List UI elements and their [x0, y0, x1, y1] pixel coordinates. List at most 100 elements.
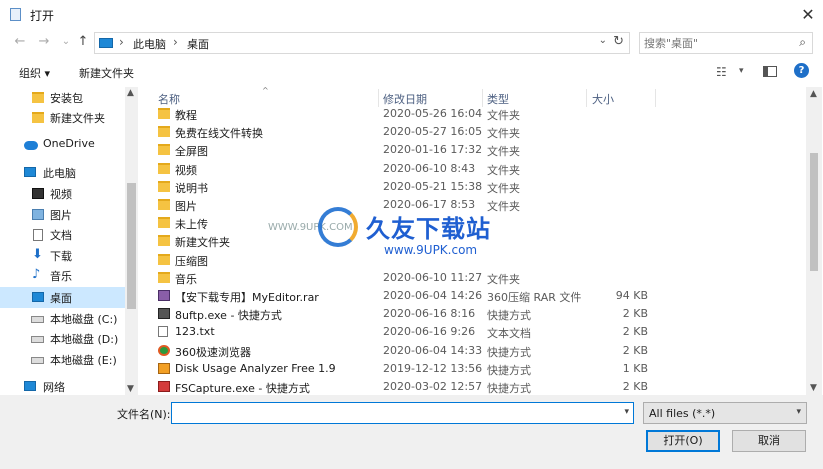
search-box[interactable]: ⌕	[639, 32, 813, 54]
txt-file-icon	[158, 326, 168, 338]
address-dropdown-icon[interactable]: ⌄	[599, 35, 607, 46]
breadcrumb-desktop[interactable]: 桌面	[187, 36, 209, 52]
breadcrumb-separator[interactable]: ›	[173, 35, 178, 49]
file-row[interactable]: 图片 2020-06-17 8:53 文件夹	[150, 196, 806, 214]
download-icon: ⬇	[32, 247, 43, 262]
up-arrow-icon[interactable]: ↑	[75, 34, 91, 49]
close-icon[interactable]: ✕	[793, 0, 823, 30]
view-options-icon[interactable]: ☷	[716, 65, 727, 79]
preview-pane-icon[interactable]	[763, 66, 777, 77]
file-name: 视频	[175, 163, 197, 177]
sidebar-item-drive-e[interactable]: 本地磁盘 (E:)	[0, 349, 125, 370]
address-bar[interactable]: › 此电脑 › 桌面 ⌄ ↻	[94, 32, 630, 54]
sidebar-scrollbar[interactable]: ▲ ▼	[125, 87, 138, 395]
file-row[interactable]: 123.txt 2020-06-16 9:26 文本文档 2 KB	[150, 323, 806, 341]
drive-icon	[31, 316, 44, 323]
file-row[interactable]: Disk Usage Analyzer Free 1.9 2019-12-12 1…	[150, 360, 806, 378]
folder-icon	[158, 253, 170, 265]
view-dropdown-icon[interactable]: ▾	[739, 66, 744, 76]
chevron-down-icon[interactable]: ▾	[624, 407, 629, 417]
filename-combobox[interactable]: ▾	[171, 402, 634, 424]
sidebar-item-onedrive[interactable]: OneDrive	[0, 134, 125, 155]
file-row[interactable]: 压缩图	[150, 251, 806, 269]
filename-label: 文件名(N):	[117, 408, 171, 421]
address-row: ← → ⌄ ↑ › 此电脑 › 桌面 ⌄ ↻ ⌕	[0, 30, 823, 56]
file-row[interactable]: 说明书 2020-05-21 15:38 文件夹	[150, 178, 806, 196]
sidebar-item-install-packages[interactable]: 安装包	[0, 87, 125, 108]
cancel-button[interactable]: 取消	[732, 430, 806, 452]
sidebar-item-network[interactable]: 网络	[0, 376, 125, 395]
back-arrow-icon[interactable]: ←	[12, 34, 28, 49]
sidebar-item-videos[interactable]: 视频	[0, 183, 125, 204]
file-name: 说明书	[175, 181, 208, 195]
file-row[interactable]: 未上传	[150, 214, 806, 232]
chevron-down-icon[interactable]: ▾	[796, 407, 801, 417]
sidebar-item-downloads[interactable]: ⬇ 下载	[0, 245, 125, 266]
file-date: 2020-06-04 14:26	[383, 289, 483, 302]
file-name: 新建文件夹	[175, 236, 230, 250]
file-size: 1 KB	[622, 361, 648, 375]
music-icon: ♪	[32, 267, 41, 282]
file-name: 【安下载专用】MyEditor.rar	[175, 291, 319, 304]
file-row[interactable]: 免费在线文件转换 2020-05-27 16:05 文件夹	[150, 123, 806, 141]
refresh-icon[interactable]: ↻	[613, 34, 624, 49]
drive-icon	[31, 336, 44, 343]
drive-icon	[31, 357, 44, 364]
browser-file-icon	[158, 344, 170, 356]
file-name: Disk Usage Analyzer Free 1.9	[175, 361, 336, 375]
folder-icon	[158, 199, 170, 210]
sidebar-item-drive-c[interactable]: 本地磁盘 (C:)	[0, 308, 125, 329]
file-date: 2019-12-12 13:56	[383, 361, 483, 375]
scroll-down-icon[interactable]: ▼	[810, 383, 817, 393]
desktop-icon	[32, 292, 44, 302]
organize-button[interactable]: 组织 ▾	[19, 65, 50, 81]
file-row[interactable]: 教程 2020-05-26 16:04 文件夹	[150, 105, 806, 123]
sidebar-item-label: 此电脑	[43, 167, 76, 180]
file-type-select[interactable]: All files (*.*) ▾	[643, 402, 807, 424]
scroll-down-icon[interactable]: ▼	[127, 384, 134, 394]
scroll-up-icon[interactable]: ▲	[810, 89, 817, 99]
file-list-scrollbar[interactable]: ▲ ▼	[806, 87, 822, 395]
file-row[interactable]: FSCapture.exe - 快捷方式 2020-03-02 12:57 快捷方式…	[150, 378, 806, 395]
folder-icon	[158, 108, 170, 119]
file-row[interactable]: 360极速浏览器 2020-06-04 14:33 快捷方式 2 KB	[150, 342, 806, 360]
open-button[interactable]: 打开(O)	[646, 430, 720, 452]
filename-input[interactable]	[175, 405, 615, 421]
sidebar-item-desktop[interactable]: 桌面	[0, 287, 125, 308]
recent-locations-icon[interactable]: ⌄	[58, 36, 74, 47]
file-name: 360极速浏览器	[175, 345, 251, 359]
breadcrumb-this-pc[interactable]: 此电脑	[133, 36, 166, 52]
file-row[interactable]: 全屏图 2020-01-16 17:32 文件夹	[150, 141, 806, 159]
scroll-thumb[interactable]	[127, 183, 136, 309]
file-row[interactable]: 新建文件夹	[150, 232, 806, 250]
sidebar-item-new-folder[interactable]: 新建文件夹	[0, 107, 125, 128]
file-type: 快捷方式	[487, 382, 531, 395]
sidebar-item-music[interactable]: ♪ 音乐	[0, 265, 125, 286]
file-size: 2 KB	[622, 307, 648, 321]
sidebar-item-documents[interactable]: 文档	[0, 224, 125, 245]
file-row[interactable]: 【安下载专用】MyEditor.rar 2020-06-04 14:26 360压缩…	[150, 287, 806, 305]
forward-arrow-icon[interactable]: →	[36, 34, 52, 49]
file-name: 未上传	[175, 218, 208, 232]
search-icon[interactable]: ⌕	[799, 35, 806, 50]
new-folder-button[interactable]: 新建文件夹	[79, 65, 134, 81]
sidebar-item-pictures[interactable]: 图片	[0, 204, 125, 225]
file-row[interactable]: 8uftp.exe - 快捷方式 2020-06-16 8:16 快捷方式 2 KB	[150, 305, 806, 323]
file-date: 2020-06-10 11:27	[383, 270, 483, 284]
folder-icon	[158, 271, 170, 283]
help-icon[interactable]: ?	[794, 63, 809, 78]
file-row[interactable]: 音乐 2020-06-10 11:27 文件夹	[150, 269, 806, 287]
folder-icon	[158, 126, 170, 138]
navigation-pane: 安装包 新建文件夹 OneDrive 此电脑 视频 图片 文档 ⬇ 下载 ♪ 音…	[0, 87, 138, 395]
file-row[interactable]: 视频 2020-06-10 8:43 文件夹	[150, 160, 806, 178]
sidebar-item-this-pc[interactable]: 此电脑	[0, 162, 125, 183]
file-date: 2020-06-10 8:43	[383, 161, 476, 175]
scroll-up-icon[interactable]: ▲	[127, 88, 134, 98]
search-input[interactable]	[644, 35, 789, 51]
file-date: 2020-05-26 16:04	[383, 107, 483, 120]
sidebar-item-drive-d[interactable]: 本地磁盘 (D:)	[0, 328, 125, 349]
scroll-thumb[interactable]	[810, 153, 818, 271]
file-type-value: All files (*.*)	[649, 407, 716, 420]
file-name: 免费在线文件转换	[175, 127, 263, 141]
sidebar-item-label: 文档	[50, 229, 72, 242]
